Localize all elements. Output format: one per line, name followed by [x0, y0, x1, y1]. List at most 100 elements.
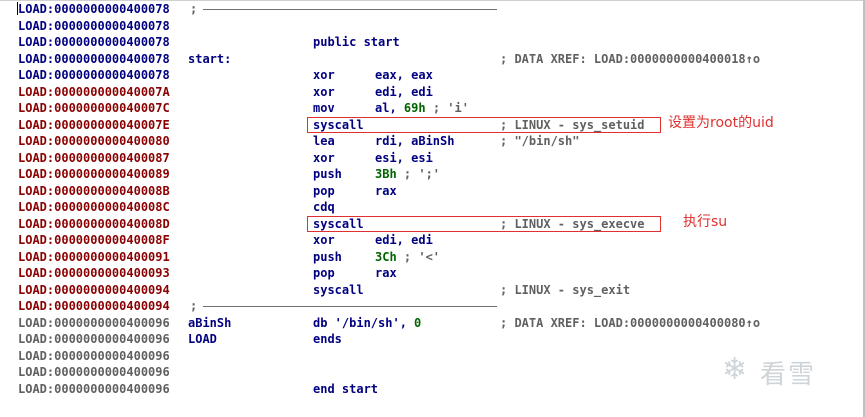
- row-address: LOAD:000000000040007E: [18, 117, 170, 132]
- row-address: LOAD:000000000040008D: [18, 216, 170, 231]
- listing-row[interactable]: LOAD:0000000000400091 push 3Ch ; '<': [0, 249, 865, 266]
- listing-row[interactable]: LOAD:0000000000400094 syscall ; LINUX - sy…: [0, 282, 865, 299]
- row-mnemonic: push: [313, 167, 342, 181]
- row-label[interactable]: aBinSh: [188, 315, 231, 332]
- row-operand-text: rax: [375, 266, 397, 280]
- row-mnemonic: db '/bin/sh',: [313, 315, 407, 330]
- listing-row[interactable]: LOAD:0000000000400078 public start: [0, 34, 865, 51]
- row-address: LOAD:0000000000400078: [18, 51, 170, 66]
- row-mnemonic: ends: [313, 332, 342, 346]
- row-operands: rax: [375, 265, 397, 282]
- row-mnemonic: xor: [313, 233, 335, 247]
- row-comment: ; "/bin/sh": [500, 134, 580, 148]
- row-mnemonic: lea: [313, 134, 335, 148]
- row-number: 69h: [403, 101, 426, 115]
- row-address: LOAD:000000000040008B: [18, 183, 170, 198]
- row-address: LOAD:0000000000400096: [18, 315, 170, 330]
- row-address: LOAD:0000000000400078: [18, 68, 170, 82]
- row-operand-text: rdi, aBinSh: [375, 134, 455, 148]
- row-address: LOAD:0000000000400080: [18, 134, 170, 148]
- row-operands: al, 69h ; 'i': [375, 100, 469, 117]
- row-address: LOAD:0000000000400096: [18, 381, 170, 396]
- row-operands: 3Bh ; ';': [375, 166, 440, 183]
- listing-row[interactable]: LOAD:0000000000400080 lea rdi, aBinSh ; "/b…: [0, 133, 865, 150]
- row-address: LOAD:0000000000400078: [18, 35, 170, 49]
- watermark-text: 看雪: [760, 360, 817, 390]
- separator-comment: ;: [190, 299, 198, 313]
- row-address: LOAD:0000000000400096: [18, 348, 170, 363]
- listing-row[interactable]: LOAD:000000000040008B pop rax: [0, 183, 865, 200]
- row-address: LOAD:0000000000400087: [18, 150, 170, 165]
- row-address: LOAD:0000000000400091: [18, 249, 170, 264]
- separator-line: [203, 306, 497, 307]
- row-address: LOAD:0000000000400094: [18, 282, 170, 297]
- listing-row[interactable]: LOAD:0000000000400078;: [0, 1, 865, 18]
- row-operands: rax: [375, 183, 397, 200]
- listing-row[interactable]: LOAD:0000000000400087 xor esi, esi: [0, 150, 865, 167]
- listing-row[interactable]: LOAD:000000000040007A xor edi, edi: [0, 84, 865, 101]
- row-address: LOAD:0000000000400094: [18, 299, 170, 313]
- row-address: LOAD:0000000000400093: [18, 266, 170, 280]
- listing-row[interactable]: LOAD:0000000000400078: [0, 18, 865, 35]
- separator-comment: ;: [190, 2, 198, 16]
- row-label[interactable]: start:: [188, 51, 231, 68]
- row-mnemonic: xor: [313, 150, 335, 165]
- row-operand-text: eax, eax: [375, 68, 433, 82]
- listing-row[interactable]: LOAD:0000000000400078 start: ; DATA XREF: …: [0, 51, 865, 68]
- row-address: LOAD:000000000040008C: [18, 200, 170, 214]
- row-inline-comment: ; 'i': [425, 101, 469, 115]
- row-operand-text: al,: [375, 101, 404, 115]
- row-address: LOAD:0000000000400089: [18, 167, 170, 181]
- row-operands: edi, edi: [375, 84, 433, 101]
- kanxue-watermark: ❄ 看雪: [722, 350, 832, 390]
- row-operands: rdi, aBinSh: [375, 133, 454, 150]
- row-address: LOAD:0000000000400096: [18, 332, 170, 346]
- row-mnemonic: push: [313, 249, 342, 264]
- row-address: LOAD:0000000000400078: [18, 18, 170, 33]
- row-address: LOAD:000000000040008F: [18, 233, 170, 247]
- row-comment: ; LINUX - sys_exit: [500, 282, 631, 297]
- top-border: [0, 0, 865, 1]
- row-operand-text: edi, edi: [375, 84, 433, 99]
- listing-row[interactable]: LOAD:0000000000400078 xor eax, eax: [0, 67, 865, 84]
- row-mnemonic: public start: [313, 35, 400, 49]
- row-comment: ; DATA XREF: LOAD:0000000000400080↑o: [500, 315, 761, 330]
- listing-row[interactable]: LOAD:000000000040008F xor edi, edi: [0, 232, 865, 249]
- row-mnemonic: xor: [313, 68, 335, 82]
- listing-row[interactable]: LOAD:0000000000400093 pop rax: [0, 265, 865, 282]
- execve-highlight-box: [307, 215, 661, 232]
- row-address: LOAD:000000000040007C: [18, 101, 170, 115]
- listing-row[interactable]: LOAD:0000000000400096 LOAD ends: [0, 331, 865, 348]
- row-operands: esi, esi: [375, 150, 433, 167]
- row-address: LOAD:0000000000400096: [18, 365, 170, 379]
- listing-row[interactable]: LOAD:000000000040008C cdq: [0, 199, 865, 216]
- row-operands: eax, eax: [375, 67, 433, 84]
- row-mnemonic: mov: [313, 101, 335, 115]
- row-inline-comment: ; '<': [396, 249, 441, 264]
- row-mnemonic: end start: [313, 381, 379, 396]
- row-operand-text: esi, esi: [375, 150, 433, 165]
- row-address: LOAD:000000000040007A: [18, 84, 170, 99]
- row-number: 0: [414, 315, 422, 330]
- row-label[interactable]: LOAD: [188, 331, 217, 348]
- row-operands: 3Ch ; '<': [375, 249, 440, 266]
- listing-row[interactable]: LOAD:0000000000400096 aBinSh db '/bin/sh',…: [0, 315, 865, 332]
- row-inline-comment: ; ';': [396, 167, 441, 181]
- row-operand-text: edi, edi: [375, 233, 433, 247]
- listing-row[interactable]: LOAD:0000000000400089 push 3Bh ; ';': [0, 166, 865, 183]
- setuid-highlight-box: [307, 116, 661, 133]
- listing-row[interactable]: LOAD:0000000000400094;: [0, 298, 865, 315]
- snowflake-icon: ❄: [722, 352, 748, 387]
- row-mnemonic: xor: [313, 84, 335, 99]
- separator-line: [203, 9, 497, 10]
- row-number: 3Ch: [375, 249, 397, 264]
- row-mnemonic: pop: [313, 183, 335, 198]
- row-mnemonic: cdq: [313, 200, 335, 214]
- row-mnemonic: syscall: [313, 282, 364, 297]
- row-comment: ; DATA XREF: LOAD:0000000000400018↑o: [500, 51, 761, 66]
- text-cursor: [17, 2, 18, 15]
- row-operands: edi, edi: [375, 232, 433, 249]
- row-number: 3Bh: [375, 167, 397, 181]
- row-operand-text: rax: [375, 183, 397, 198]
- row-mnemonic: pop: [313, 266, 335, 280]
